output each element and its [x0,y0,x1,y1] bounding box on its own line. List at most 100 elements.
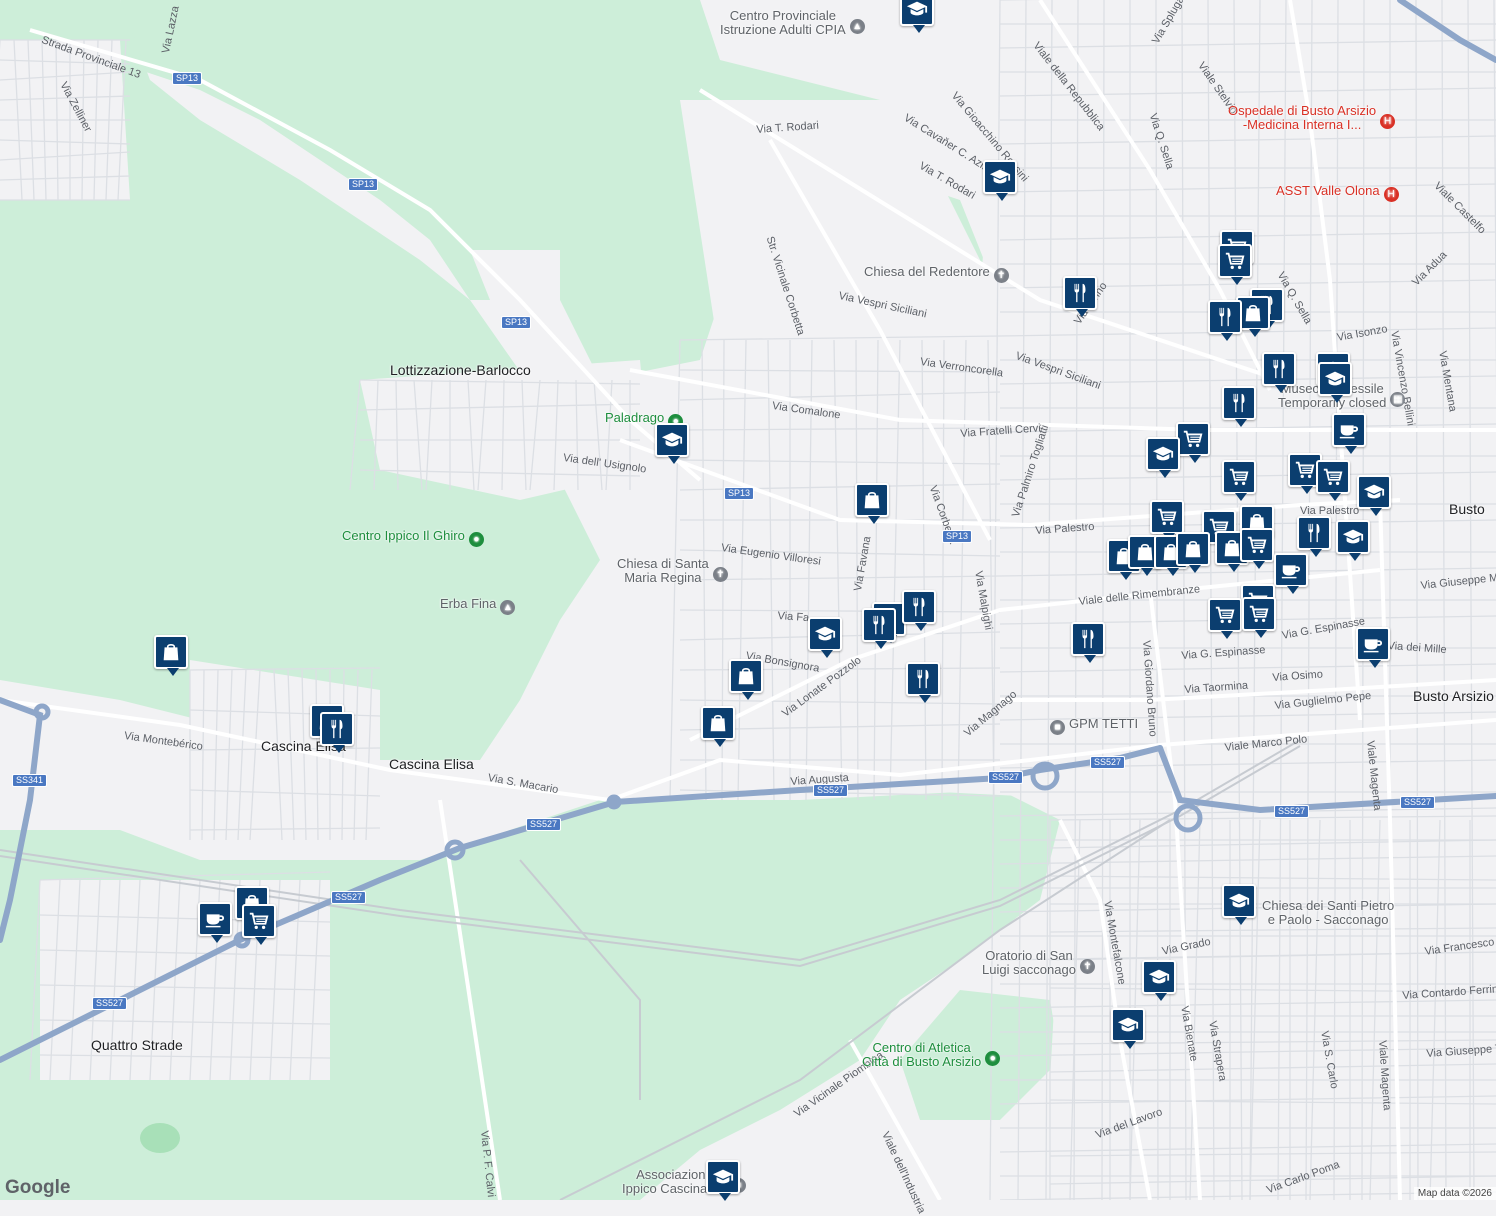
restaurant-marker[interactable] [1297,516,1331,557]
poi-label[interactable]: Centro Ippico Il Ghiro ● [342,528,488,547]
poi-label[interactable]: Chiesa del Redentore ✝ [864,264,1013,283]
poi-label[interactable]: Oratorio di San Luigi sacconago ✝ [982,949,1099,977]
map-attribution[interactable]: Map data ©2026 [1413,1187,1496,1200]
poi-label[interactable]: ASST Valle Olona H [1276,183,1403,202]
road-shield: SS527 [813,784,849,797]
coffee-marker[interactable] [1356,627,1390,668]
road-shield: SS527 [92,997,128,1010]
school-icon [1324,368,1346,390]
road-shield: SS527 [526,818,562,831]
poi-label[interactable]: Centro di Atletica Città di Busto Arsizio… [862,1041,1004,1069]
road-shield: SS527 [331,891,367,904]
school-marker[interactable] [1318,362,1352,403]
school-marker[interactable] [1146,437,1180,478]
poi-name: Chiesa dei Santi Pietro e Paolo - Saccona… [1262,898,1395,927]
shopping-icon [861,489,883,511]
poi-label[interactable]: Chiesa dei Santi Pietro e Paolo - Saccona… [1262,899,1394,927]
place-label: Lottizzazione-Barlocco [390,362,531,378]
school-marker[interactable] [1142,960,1176,1001]
school-marker[interactable] [983,160,1017,201]
shopping-marker[interactable] [154,635,188,676]
school-marker[interactable] [655,423,689,464]
museum-icon: ▦ [1390,392,1406,408]
place-label: Busto Arsizio [1413,688,1494,704]
pond-area [140,1123,180,1153]
restaurant-marker[interactable] [320,712,354,753]
poi-label[interactable]: Erba Fina ▲ [440,596,519,615]
grocery-icon [1322,466,1344,488]
coffee-icon [1338,419,1360,441]
school-icon [814,623,836,645]
school-icon: ▲ [500,600,516,615]
shopping-marker[interactable] [701,706,735,747]
google-logo: Google [5,1177,71,1198]
grocery-marker[interactable] [1222,460,1256,501]
grocery-marker[interactable] [1316,460,1350,501]
restaurant-marker[interactable] [1222,386,1256,427]
church-icon: ✝ [1079,959,1095,975]
school-marker[interactable] [808,617,842,658]
grocery-marker[interactable] [1150,500,1184,541]
poi-name: Chiesa del Redentore [864,263,990,279]
street-label: Via Fa [777,610,810,625]
restaurant-icon [1069,282,1091,304]
poi-label[interactable]: ■ GPM TETTI [1046,716,1138,735]
poi-name: Centro Provinciale Istruzione Adulti CPIA [720,8,846,37]
school-marker[interactable] [1357,475,1391,516]
restaurant-marker[interactable] [1208,300,1242,341]
coffee-marker[interactable] [1274,553,1308,594]
hospital-icon: H [1380,114,1396,130]
shopping-marker[interactable] [729,659,763,700]
grocery-marker[interactable] [1218,244,1252,285]
shopping-icon [1182,538,1204,560]
grocery-icon [1246,534,1268,556]
grocery-marker[interactable] [1176,422,1210,463]
poi-label[interactable]: Centro Provinciale Istruzione Adulti CPIA… [720,9,869,37]
school-icon: ▲ [849,19,865,35]
restaurant-marker[interactable] [902,590,936,631]
coffee-marker[interactable] [198,902,232,943]
shopping-icon [160,641,182,663]
grocery-marker[interactable] [1240,528,1274,569]
poi-name: Ospedale di Busto Arsizio -Medicina Inter… [1228,103,1377,132]
restaurant-icon [908,596,930,618]
shopping-icon [707,712,729,734]
restaurant-marker[interactable] [1063,276,1097,317]
grocery-icon [248,910,270,932]
restaurant-marker[interactable] [1262,352,1296,393]
grocery-icon [1248,603,1270,625]
restaurant-icon [912,668,934,690]
restaurant-marker[interactable] [862,608,896,649]
road-shield: SS527 [1274,805,1310,818]
school-marker[interactable] [1336,520,1370,561]
restaurant-icon [868,614,890,636]
road-shield: SS527 [1090,756,1126,769]
restaurant-marker[interactable] [906,662,940,703]
road-shield: SP13 [942,530,973,543]
school-marker[interactable] [1111,1008,1145,1049]
road-shield: SP13 [724,487,755,500]
school-marker[interactable] [1222,884,1256,925]
place-label: Quattro Strade [91,1037,183,1053]
grocery-marker[interactable] [1208,598,1242,639]
coffee-marker[interactable] [1332,413,1366,454]
grocery-icon [1156,506,1178,528]
poi-label[interactable]: Chiesa di Santa Maria Regina ✝ [617,557,732,585]
grocery-marker[interactable] [1242,597,1276,638]
poi-name: Centro Ippico Il Ghiro [342,527,465,543]
hospital-icon: H [1383,187,1399,202]
shopping-marker[interactable] [1176,532,1210,573]
place-label: Cascina Elisa [389,756,474,772]
school-icon [906,0,928,20]
school-marker[interactable] [900,0,934,33]
school-icon [712,1166,734,1188]
grocery-marker[interactable] [242,904,276,945]
shopping-icon [1134,541,1156,563]
restaurant-marker[interactable] [1071,622,1105,663]
poi-label[interactable]: Ospedale di Busto Arsizio -Medicina Inter… [1228,104,1399,132]
shopping-marker[interactable] [855,483,889,524]
school-marker[interactable] [706,1160,740,1201]
coffee-icon [1280,559,1302,581]
school-icon [1117,1014,1139,1036]
restaurant-icon [1228,392,1250,414]
